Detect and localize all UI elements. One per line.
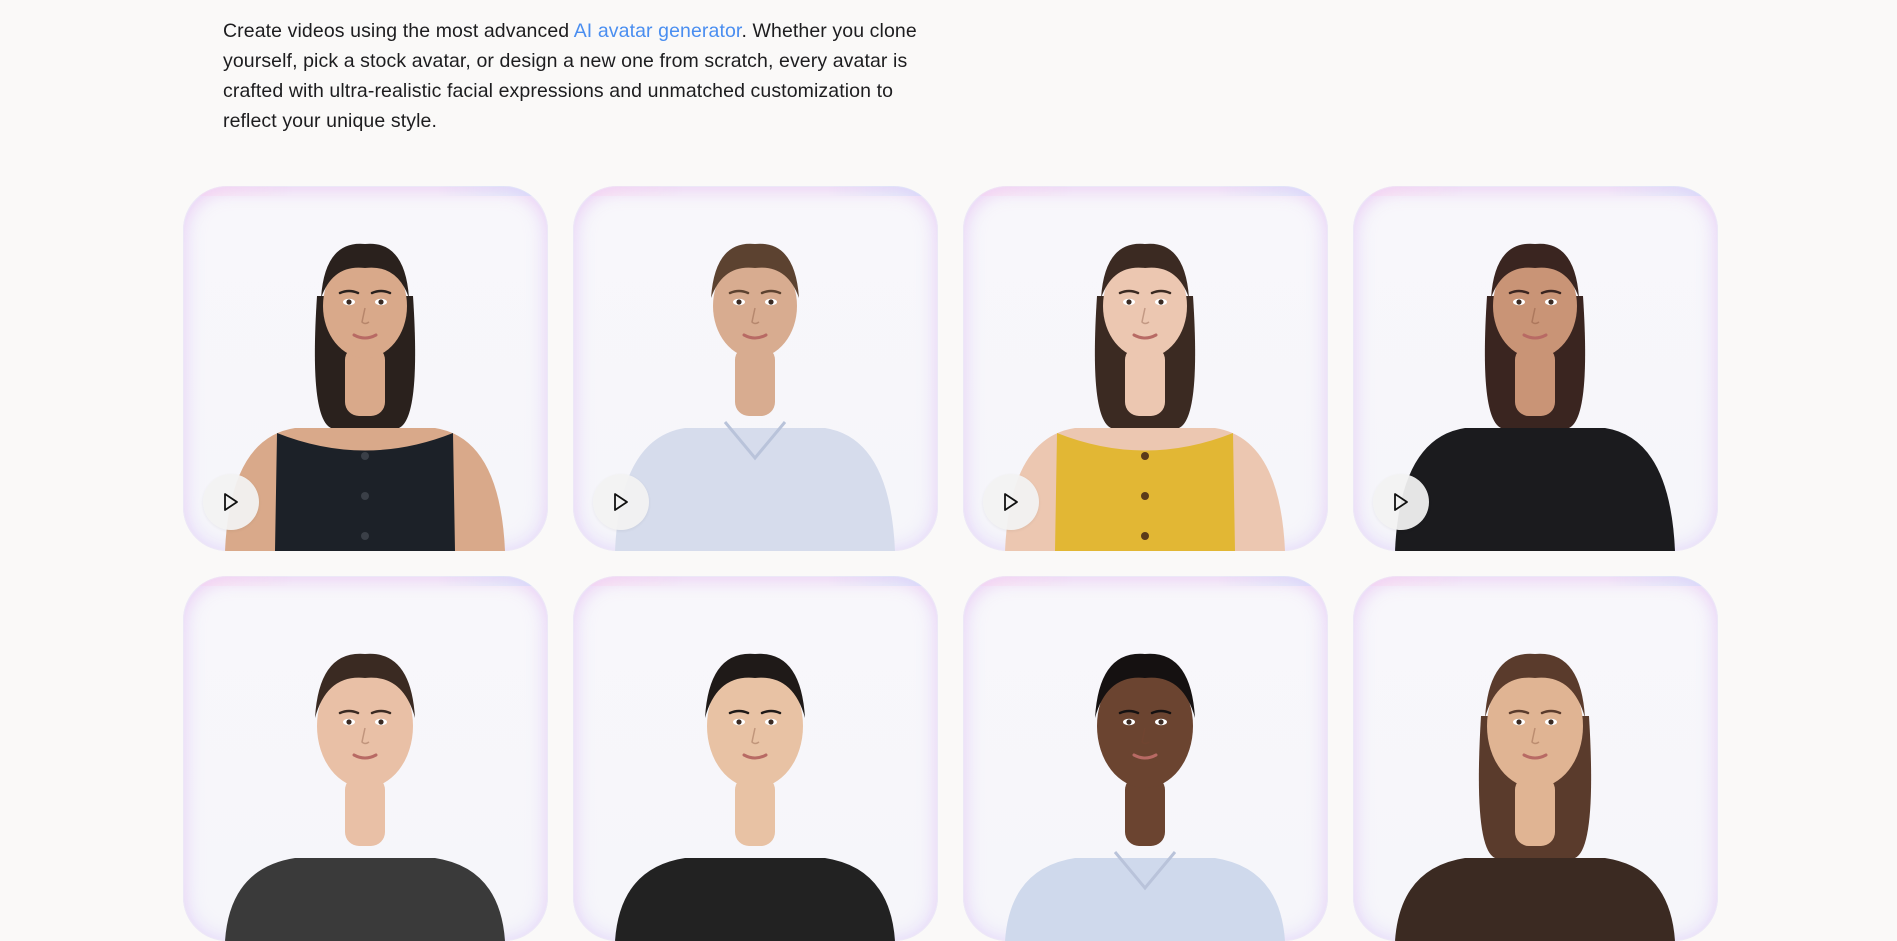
avatar-grid <box>183 186 1718 941</box>
intro-paragraph: Create videos using the most advanced AI… <box>223 16 923 136</box>
avatar-image <box>615 653 895 941</box>
avatar-card[interactable] <box>1353 186 1718 551</box>
avatar-card[interactable] <box>183 186 548 551</box>
avatar-card[interactable] <box>963 576 1328 941</box>
avatar-image <box>225 653 505 941</box>
intro-text-before: Create videos using the most advanced <box>223 20 574 42</box>
play-icon <box>224 493 238 511</box>
play-button[interactable] <box>1373 474 1429 530</box>
avatar-card[interactable] <box>963 186 1328 551</box>
play-button[interactable] <box>203 474 259 530</box>
play-icon <box>614 493 628 511</box>
play-button[interactable] <box>593 474 649 530</box>
avatar-card[interactable] <box>1353 576 1718 941</box>
play-icon <box>1394 493 1408 511</box>
avatar-card[interactable] <box>183 576 548 941</box>
avatar-card[interactable] <box>573 576 938 941</box>
play-button[interactable] <box>983 474 1039 530</box>
avatar-image <box>1005 653 1285 941</box>
avatar-image <box>1395 653 1675 941</box>
play-icon <box>1004 493 1018 511</box>
avatar-card[interactable] <box>573 186 938 551</box>
ai-avatar-generator-link[interactable]: AI avatar generator <box>574 20 742 42</box>
